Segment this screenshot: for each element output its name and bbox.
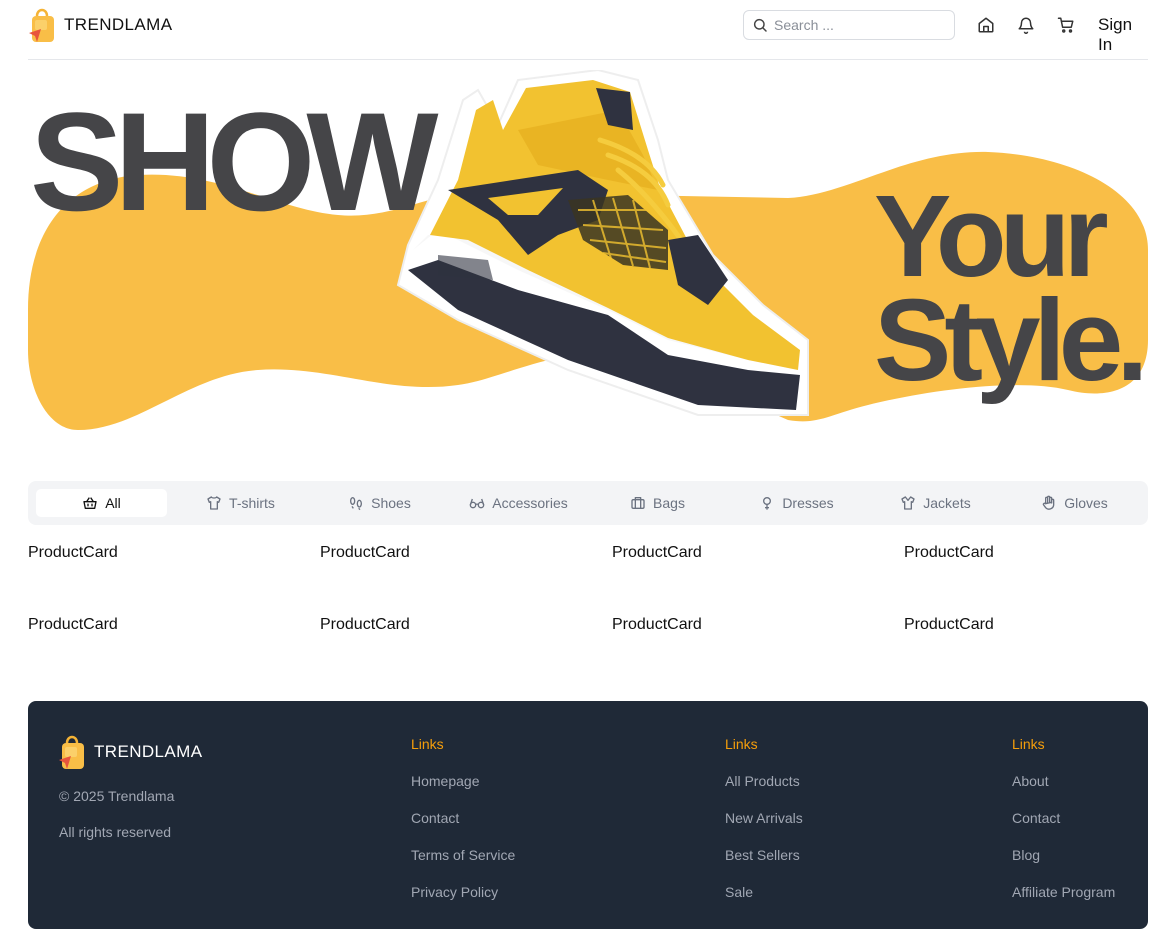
cart-icon	[1057, 17, 1074, 33]
product-card[interactable]: ProductCard	[320, 544, 410, 562]
brand-name: TRENDLAMA	[64, 15, 173, 34]
footer-links-column: Links About Contact Blog Affiliate Progr…	[1012, 736, 1115, 921]
home-button[interactable]	[976, 14, 996, 36]
footer-link-homepage[interactable]: Homepage	[411, 773, 515, 789]
footer-link-terms[interactable]: Terms of Service	[411, 847, 515, 863]
footer-rights: All rights reserved	[59, 824, 172, 840]
category-tab-accessories[interactable]: Accessories	[453, 489, 584, 517]
footer-brand-name: TRENDLAMA	[94, 742, 203, 761]
product-card[interactable]: ProductCard	[904, 616, 994, 634]
venus-icon	[759, 495, 775, 511]
category-tab-dresses[interactable]: Dresses	[731, 489, 862, 517]
shopping-bag-logo-icon	[59, 735, 84, 769]
footer-links-heading: Links	[1012, 736, 1045, 752]
home-icon	[978, 17, 994, 33]
category-label: Bags	[653, 495, 685, 511]
category-tab-jackets[interactable]: Jackets	[870, 489, 1001, 517]
category-label: Shoes	[371, 495, 411, 511]
footer-links-heading: Links	[411, 736, 444, 752]
hero-banner: SHOW Your Style.	[28, 60, 1148, 440]
category-label: All	[105, 495, 121, 511]
category-label: Dresses	[782, 495, 834, 511]
footer-link-sale[interactable]: Sale	[725, 884, 803, 900]
footer-link-privacy[interactable]: Privacy Policy	[411, 884, 515, 900]
footer-link-best-sellers[interactable]: Best Sellers	[725, 847, 803, 863]
header: TRENDLAMA Sign In	[28, 0, 1148, 60]
footer-link-new-arrivals[interactable]: New Arrivals	[725, 810, 803, 826]
notifications-button[interactable]	[1016, 14, 1036, 36]
footer: TRENDLAMA © 2025 Trendlama All rights re…	[28, 701, 1148, 929]
hero-style-text: Style.	[874, 275, 1148, 405]
category-tab-gloves[interactable]: Gloves	[1009, 489, 1140, 517]
product-card[interactable]: ProductCard	[320, 616, 410, 634]
footer-logo[interactable]: TRENDLAMA	[58, 733, 202, 771]
product-card[interactable]: ProductCard	[612, 616, 702, 634]
category-label: Jackets	[923, 495, 971, 511]
basket-icon	[82, 495, 98, 511]
shopping-bag-logo-icon	[29, 8, 54, 42]
category-tab-tshirts[interactable]: T-shirts	[175, 489, 306, 517]
product-card[interactable]: ProductCard	[28, 616, 118, 634]
search-box[interactable]	[743, 10, 955, 40]
tshirt-icon	[206, 495, 222, 511]
category-label: Accessories	[492, 495, 568, 511]
footer-link-blog[interactable]: Blog	[1012, 847, 1115, 863]
sneaker-image	[396, 70, 809, 416]
footer-link-contact[interactable]: Contact	[411, 810, 515, 826]
footprints-icon	[348, 495, 364, 511]
search-input[interactable]	[774, 17, 944, 33]
category-label: Gloves	[1064, 495, 1108, 511]
sign-in-link[interactable]: Sign In	[1098, 15, 1148, 55]
bell-icon	[1018, 17, 1034, 34]
footer-copyright: © 2025 Trendlama	[59, 788, 175, 804]
glasses-icon	[469, 495, 485, 511]
category-tab-all[interactable]: All	[36, 489, 167, 517]
footer-link-about[interactable]: About	[1012, 773, 1115, 789]
product-card[interactable]: ProductCard	[612, 544, 702, 562]
category-tab-bags[interactable]: Bags	[592, 489, 723, 517]
shirt-icon	[900, 495, 916, 511]
product-card[interactable]: ProductCard	[28, 544, 118, 562]
briefcase-icon	[630, 495, 646, 511]
category-label: T-shirts	[229, 495, 275, 511]
product-card[interactable]: ProductCard	[904, 544, 994, 562]
footer-links-column: Links All Products New Arrivals Best Sel…	[725, 736, 803, 921]
search-icon	[753, 18, 767, 32]
cart-button[interactable]	[1056, 14, 1076, 36]
footer-link-all-products[interactable]: All Products	[725, 773, 803, 789]
footer-link-affiliate[interactable]: Affiliate Program	[1012, 884, 1115, 900]
footer-links-heading: Links	[725, 736, 758, 752]
hand-icon	[1041, 495, 1057, 511]
category-tabs: All T-shirts Shoes Accessories Bags Dres…	[28, 481, 1148, 525]
footer-link-contact[interactable]: Contact	[1012, 810, 1115, 826]
footer-links-column: Links Homepage Contact Terms of Service …	[411, 736, 515, 921]
logo[interactable]: TRENDLAMA	[28, 6, 172, 44]
category-tab-shoes[interactable]: Shoes	[314, 489, 445, 517]
